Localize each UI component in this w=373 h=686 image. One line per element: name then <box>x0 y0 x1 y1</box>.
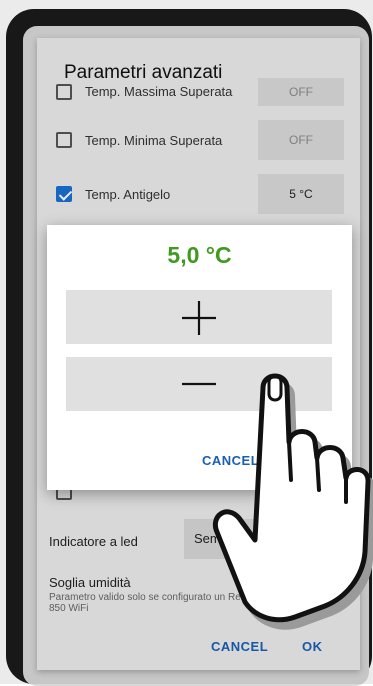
row-value[interactable]: 5 °C <box>258 174 344 214</box>
checkbox-frost-temp[interactable] <box>56 186 72 202</box>
row-value[interactable]: OFF <box>258 78 344 106</box>
settings-ok-button[interactable]: OK <box>302 639 323 654</box>
humidity-label: Soglia umidità <box>49 575 131 590</box>
checkbox-max-temp[interactable] <box>56 84 72 100</box>
setting-row-frost-temp[interactable]: Temp. Antigelo 5 °C <box>37 174 360 214</box>
checkbox-min-temp[interactable] <box>56 132 72 148</box>
setting-row-max-temp[interactable]: Temp. Massima Superata OFF <box>37 78 360 110</box>
plus-icon <box>182 301 216 335</box>
picker-value: 5,0 °C <box>167 242 232 268</box>
increment-button[interactable] <box>66 290 332 344</box>
row-label: Temp. Minima Superata <box>85 133 223 148</box>
hand-pointer-icon <box>212 373 373 630</box>
settings-cancel-button[interactable]: CANCEL <box>211 639 268 654</box>
row-value[interactable]: OFF <box>258 120 344 160</box>
row-label: Temp. Massima Superata <box>85 84 233 99</box>
row-label: Temp. Antigelo <box>85 187 171 202</box>
led-indicator-label: Indicatore a led <box>49 534 138 549</box>
setting-row-min-temp[interactable]: Temp. Minima Superata OFF <box>37 120 360 160</box>
